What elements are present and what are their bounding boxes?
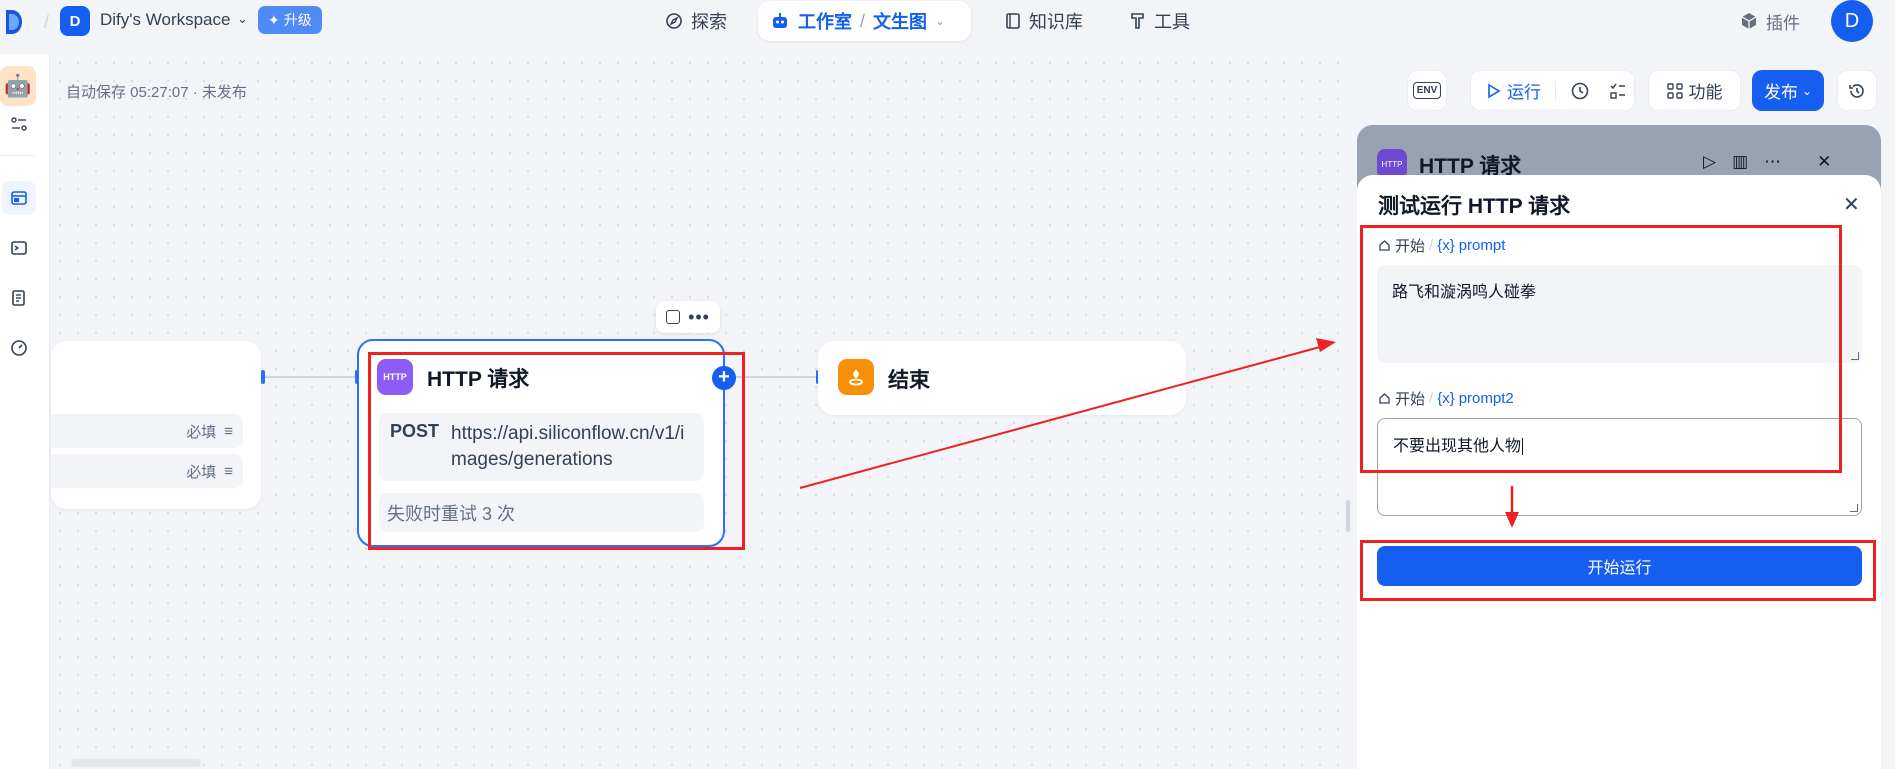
annotation-arrows bbox=[799, 338, 1519, 528]
